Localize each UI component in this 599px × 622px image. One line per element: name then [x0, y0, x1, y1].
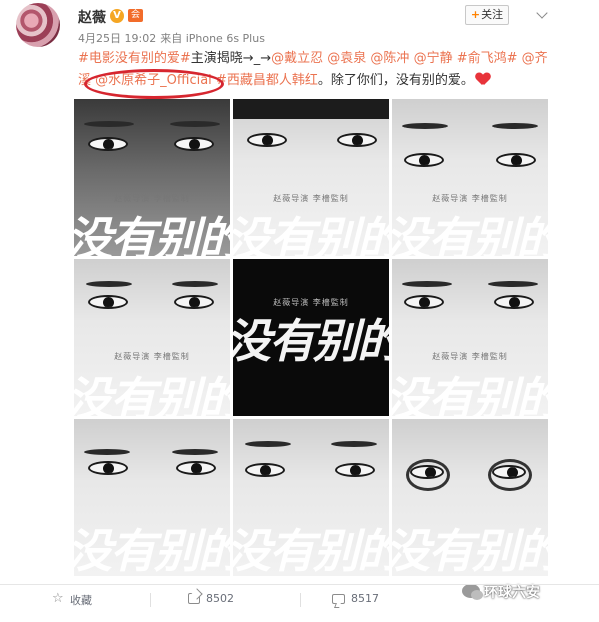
eyebrow	[488, 281, 538, 287]
avatar[interactable]	[16, 3, 60, 47]
poster-tile[interactable]: 赵薇导演 李檣監制 没有别的爱	[74, 259, 230, 416]
image-grid: 赵薇导演 李檣監制 没有别的爱 赵薇导演 李檣監制 没有别的爱 赵薇导演 李檣監…	[74, 99, 548, 576]
member-badge-icon: 会	[128, 9, 143, 22]
eye	[492, 465, 526, 479]
favorite-label: 收藏	[70, 594, 92, 607]
eyebrow	[402, 281, 452, 287]
hashtag-link[interactable]: #西藏昌都人韩红	[216, 73, 318, 88]
post-text-line-2: 溪 @水原希子_Official #西藏昌都人韩红。除了你们，没有别的爱。	[78, 70, 548, 92]
action-bar: 收藏 8502 8517	[0, 584, 599, 614]
eye	[174, 137, 214, 151]
weibo-post-card: 赵薇 V 会 4月25日 19:02 来自 iPhone 6s Plus +关注 …	[0, 0, 599, 622]
post-date[interactable]: 4月25日 19:02	[78, 32, 156, 45]
poster-tile[interactable]: 赵薇导演 李檣監制 没有别的爱	[392, 99, 548, 256]
eye	[337, 133, 377, 147]
poster-tile[interactable]: 赵薇导演 李檣監制 没有别的爱	[74, 99, 230, 256]
hashtag-link[interactable]: #电影没有别的爱#	[78, 51, 191, 66]
chevron-down-icon[interactable]	[536, 6, 550, 20]
mention-link[interactable]: @齐	[522, 51, 548, 66]
divider	[150, 593, 151, 607]
poster-credit: 赵薇导演 李檣監制	[432, 352, 508, 361]
eye	[496, 153, 536, 167]
follow-button[interactable]: +关注	[465, 5, 509, 25]
poster-slogan: 没有别的爱	[233, 524, 389, 576]
mention-link[interactable]: @宁静	[414, 51, 453, 66]
mention-link[interactable]: @陈冲	[370, 51, 409, 66]
eyebrow	[170, 121, 220, 127]
eye	[245, 463, 285, 477]
eyebrow	[172, 449, 218, 455]
eye	[404, 295, 444, 309]
poster-tile[interactable]: 没有别的爱	[233, 419, 389, 576]
eye	[410, 465, 444, 479]
eye	[88, 137, 128, 151]
star-icon	[52, 591, 64, 606]
poster-tile[interactable]: 赵薇导演 李檣監制 没有别的爱	[233, 259, 389, 416]
eye	[176, 461, 216, 475]
follow-label: 关注	[481, 8, 504, 21]
poster-slogan: 没有别的爱	[74, 372, 230, 416]
poster-tile[interactable]: 赵薇导演 李檣監制 没有别的爱	[233, 99, 389, 256]
comment-button[interactable]: 8517	[332, 592, 379, 605]
comment-count: 8517	[351, 592, 379, 605]
post-text: #电影没有别的爱#主演揭晓→_→@戴立忍 @袁泉 @陈冲 @宁静 #俞飞鸿# @…	[78, 48, 548, 92]
share-icon	[188, 593, 200, 604]
poster-tile[interactable]: 没有别的爱	[392, 419, 548, 576]
share-count: 8502	[206, 592, 234, 605]
eyebrow	[402, 123, 448, 129]
poster-slogan: 没有别的爱	[233, 314, 389, 368]
eyebrow	[84, 121, 134, 127]
hair	[233, 99, 389, 119]
comment-icon	[332, 593, 345, 604]
eyebrow	[172, 281, 218, 287]
poster-slogan: 没有别的爱	[392, 524, 548, 576]
post-source: 来自 iPhone 6s Plus	[160, 32, 265, 45]
verified-badge-icon: V	[110, 9, 124, 23]
plus-icon: +	[470, 8, 481, 21]
poster-tile[interactable]: 没有别的爱	[74, 419, 230, 576]
post-text-segment: 。除了你们，没有别的爱。	[317, 73, 474, 88]
eye	[494, 295, 534, 309]
share-button[interactable]: 8502	[188, 592, 234, 605]
heart-icon	[476, 73, 490, 85]
mention-link[interactable]: @水原希子_Official	[95, 73, 212, 88]
post-text-line-1: #电影没有别的爱#主演揭晓→_→@戴立忍 @袁泉 @陈冲 @宁静 #俞飞鸿# @…	[78, 48, 548, 70]
eye	[88, 461, 128, 475]
eye	[404, 153, 444, 167]
poster-slogan: 没有别的爱	[392, 212, 548, 256]
divider	[300, 593, 301, 607]
mention-link[interactable]: @戴立忍	[271, 51, 323, 66]
poster-credit: 赵薇导演 李檣監制	[114, 352, 190, 361]
post-meta: 4月25日 19:02 来自 iPhone 6s Plus	[78, 30, 265, 46]
username[interactable]: 赵薇	[78, 7, 106, 27]
hashtag-link[interactable]: #俞飞鸿#	[457, 51, 518, 66]
poster-slogan: 没有别的爱	[74, 524, 230, 576]
poster-tile[interactable]: 赵薇导演 李檣監制 没有别的爱	[392, 259, 548, 416]
poster-slogan: 没有别的爱	[74, 212, 230, 256]
eyebrow	[492, 123, 538, 129]
eyebrow	[245, 441, 291, 447]
eye	[174, 295, 214, 309]
poster-slogan: 没有别的爱	[392, 372, 548, 416]
eye	[88, 295, 128, 309]
favorite-button[interactable]: 收藏	[52, 591, 92, 608]
post-text-segment: 主演揭晓→_→	[190, 51, 272, 66]
mention-link[interactable]: 溪	[78, 73, 91, 88]
eye	[247, 133, 287, 147]
poster-slogan: 没有别的爱	[233, 212, 389, 256]
eye	[335, 463, 375, 477]
eyebrow	[84, 449, 130, 455]
eyebrow	[331, 441, 377, 447]
eyebrow	[86, 281, 132, 287]
mention-link[interactable]: @袁泉	[327, 51, 366, 66]
